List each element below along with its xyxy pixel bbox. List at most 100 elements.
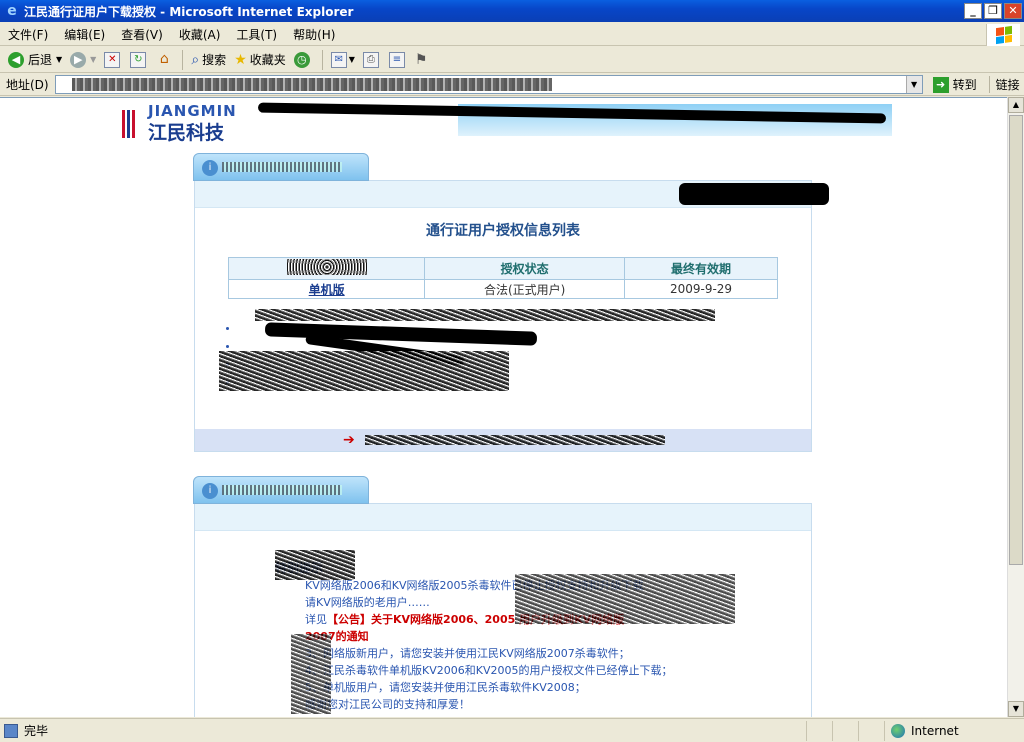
internet-globe-icon [891,723,905,738]
search-icon: ⌕ [191,51,200,68]
redaction-mark [515,574,735,624]
menu-edit[interactable]: 编辑(E) [56,26,113,43]
status-text: 完毕 [24,724,49,738]
ie-window: e 江民通行证用户下载授权 - Microsoft Internet Explo… [0,0,1024,742]
forward-button[interactable]: ▶ ▼ [66,49,100,71]
auth-list-title: 通行证用户授权信息列表 [426,223,580,239]
brand-chinese: 江民科技 [148,122,225,144]
home-button[interactable]: ⌂ [152,49,178,71]
zone-text: Internet [911,723,959,738]
refresh-button[interactable]: ↻ [126,49,152,71]
table-row: 单机版 合法(正式用户) 2009-9-29 [227,279,778,299]
edit-page-icon: ≡ [388,51,405,68]
back-label: 后退 [28,53,53,67]
vertical-scrollbar[interactable]: ▲ ▼ [1007,97,1024,717]
back-button[interactable]: ◀ 后退 ▼ [4,49,66,71]
notice-line: 5、单机版用户，请您安装并使用江民杀毒软件KV2008； [305,681,586,694]
address-input[interactable]: ▼ [54,75,923,94]
edit-button[interactable]: ≡ [385,49,411,71]
history-icon: ◷ [293,51,310,68]
auth-table: 授权状态 最终有效期 单机版 合法(正式用户) 2009-9-29 [227,257,778,299]
menu-favorites[interactable]: 收藏(A) [171,26,229,43]
site-banner: JIANGMIN 江民科技 [118,102,892,144]
menu-bar: 文件(F) 编辑(E) 查看(V) 收藏(A) 工具(T) 帮助(H) [0,24,1024,46]
scroll-down-icon[interactable]: ▼ [1008,701,1024,717]
stop-button[interactable]: ✕ [100,49,126,71]
minimize-button[interactable]: _ [964,3,982,19]
col-status-header: 授权状态 [424,257,626,280]
redacted-header [286,259,367,275]
stop-icon: ✕ [104,51,121,68]
notice-panel-tab: i [193,476,369,504]
notice-line: 4、江民杀毒软件单机版KV2006和KV2005的用户授权文件已经停止下载； [305,664,673,677]
close-button[interactable]: ✕ [1004,3,1022,19]
restore-button[interactable]: ❐ [984,3,1002,19]
notice-panel: i 特别提示 KV网络版2006和KV网络版2005杀毒软件已停止授权支持和升级… [193,476,812,717]
menu-tools[interactable]: 工具(T) [228,26,285,43]
address-dropdown-icon[interactable]: ▼ [905,76,922,93]
print-button[interactable]: ⎙ [359,49,385,71]
red-arrow-icon: ➔ [343,432,355,448]
go-arrow-icon: ➜ [932,76,949,93]
announcement-link-cont[interactable]: 2007的通知 [275,628,672,645]
auth-panel-tab: i [193,153,369,181]
redaction-mark [255,309,715,321]
redaction-mark [219,351,509,391]
redaction-mark [275,550,355,580]
forward-dropdown-icon[interactable]: ▼ [90,55,96,64]
go-label: 转到 [952,78,977,92]
mail-icon: ✉ [330,51,347,68]
auth-panel: i 通行证用户授权信息列表 授权状态 最终有效期 单机版 合法(正式用户) 20… [193,153,829,452]
refresh-icon: ↻ [130,51,147,68]
forward-arrow-icon: ▶ [70,51,87,68]
mail-dropdown-icon[interactable]: ▼ [349,55,355,64]
home-icon: ⌂ [159,50,169,67]
address-bar: 地址(D) ▼ ➜ 转到 链接 [0,74,1024,96]
security-zone: Internet [884,720,1024,741]
notice-panel-strip [195,504,811,531]
status-bar: 完毕 Internet [0,718,1024,742]
scroll-up-icon[interactable]: ▲ [1008,97,1024,113]
back-dropdown-icon[interactable]: ▼ [56,55,62,64]
status-left: 完毕 [0,722,806,739]
search-label: 搜索 [202,53,227,67]
messenger-button[interactable]: ⚑ [411,49,432,71]
col-expiry-header: 最终有效期 [624,257,778,280]
windows-logo-icon [986,24,1020,46]
title-bar[interactable]: e 江民通行证用户下载授权 - Microsoft Internet Explo… [0,0,1024,22]
standard-toolbar: ◀ 后退 ▼ ▶ ▼ ✕ ↻ ⌂ ⌕ 搜索 ★ 收藏夹 ◷ ✉ ▼ ⎙ ≡ ⚑ [0,47,1024,73]
menu-view[interactable]: 查看(V) [113,26,171,43]
menu-file[interactable]: 文件(F) [0,26,56,43]
star-icon: ★ [234,51,247,68]
status-cell [832,720,858,741]
mail-button[interactable]: ✉ ▼ [327,49,359,71]
redaction-mark [291,634,331,714]
auth-table-header: 授权状态 最终有效期 [227,257,778,280]
window-title: 江民通行证用户下载授权 - Microsoft Internet Explore… [24,4,354,19]
redacted-tab-title [222,162,342,172]
status-cell: 合法(正式用户) [424,279,626,299]
product-cell: 单机版 [227,279,426,299]
address-label: 地址(D) [6,78,49,92]
redacted-tab-title [222,485,342,495]
page-content: JIANGMIN 江民科技 i 通行证用户授权信息列表 授权状态 最终有效期 单… [0,97,1007,717]
favorites-button[interactable]: ★ 收藏夹 [230,49,290,71]
col-product-header [227,257,426,280]
messenger-icon: ⚑ [414,51,428,68]
notice-line: 感谢您对江民公司的支持和厚爱！ [305,698,470,711]
scroll-thumb[interactable] [1009,115,1023,565]
redacted-url [71,78,552,91]
redaction-mark [679,183,829,205]
redacted-footer-link[interactable] [365,435,665,445]
links-button[interactable]: 链接 [988,76,1020,93]
page-done-icon [4,723,18,738]
expiry-cell: 2009-9-29 [624,279,778,299]
status-cell [858,720,884,741]
go-button[interactable]: ➜ 转到 [929,76,981,93]
history-button[interactable]: ◷ [290,49,318,71]
notice-line: 3、网络版新用户，请您安装并使用江民KV网络版2007杀毒软件； [305,647,630,660]
menu-help[interactable]: 帮助(H) [285,26,343,43]
product-link[interactable]: 单机版 [309,283,345,297]
auth-panel-footer: ➔ [195,429,811,451]
search-button[interactable]: ⌕ 搜索 [187,49,230,71]
